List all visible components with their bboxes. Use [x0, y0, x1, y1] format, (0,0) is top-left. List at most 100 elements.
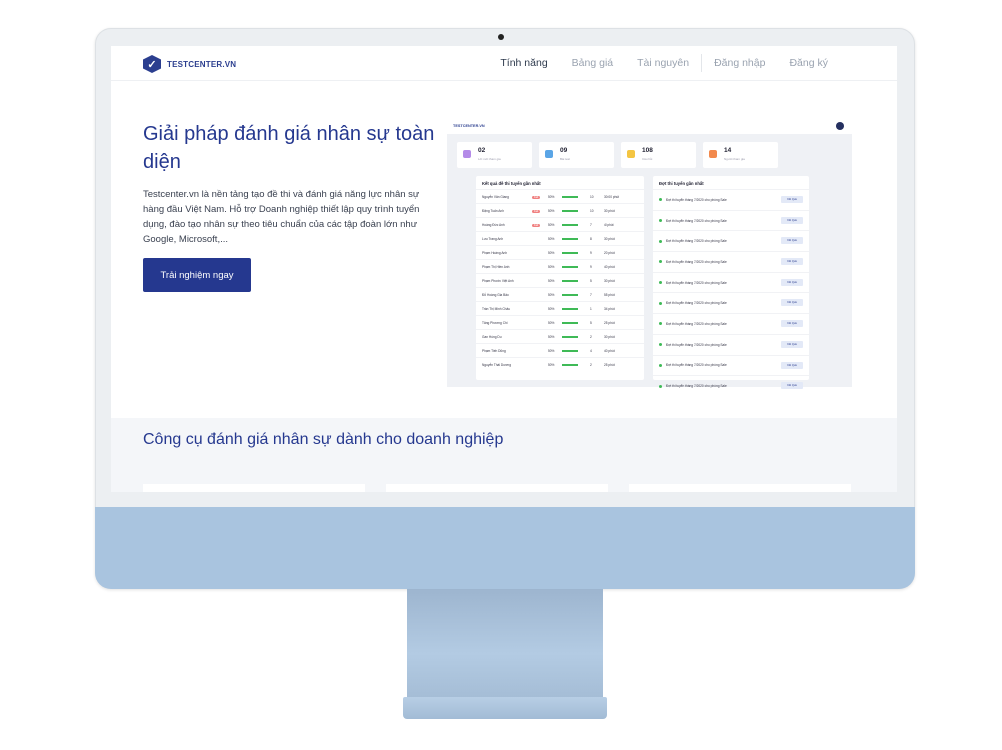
row-name: Nguyễn Thái Dương: [482, 362, 511, 367]
row-percent: 50%: [548, 348, 555, 353]
logo-icon: ✓: [143, 55, 161, 73]
result-button[interactable]: Kết Quả: [781, 340, 803, 348]
row-percent: 50%: [548, 278, 555, 283]
row-time: 40 phút: [604, 348, 615, 353]
nav-login[interactable]: Đăng nhập: [702, 57, 777, 72]
row-percent: 50%: [548, 264, 555, 269]
list-item[interactable]: Đợt thi tuyển tháng 7/2020 cho phòng Sal…: [653, 375, 809, 396]
logo[interactable]: ✓ TESTCENTER.VN: [143, 55, 236, 73]
stat-value: 14: [724, 147, 732, 154]
status-dot-icon: [659, 322, 662, 326]
tool-card[interactable]: [143, 484, 365, 492]
list-item[interactable]: Đợt thi tuyển tháng 7/2020 cho phòng Sal…: [653, 333, 809, 355]
list-item-label: Đợt thi tuyển tháng 7/2020 cho phòng Sal…: [666, 363, 727, 368]
tools-section: Công cụ đánh giá nhân sự dành cho doanh …: [111, 418, 897, 492]
table-row[interactable]: Phạm Tiến Dũng 50% 4 40 phút: [476, 343, 644, 357]
row-count: 7: [590, 222, 592, 227]
list-item[interactable]: Đợt thi tuyển tháng 7/2020 cho phòng Sal…: [653, 230, 809, 251]
hero-description: Testcenter.vn là nền tảng tạo đề thi và …: [143, 189, 420, 245]
table-row[interactable]: Trần Thị Minh Châu 50% 1 34 phút: [476, 301, 644, 315]
results-table: Nguyễn Văn Giang Fail 50% 10 30:00 phút Đặng …: [476, 189, 644, 371]
table-row[interactable]: Phạm Phước Việt Anh 50% 5 30 phút: [476, 273, 644, 287]
row-percent: 50%: [548, 194, 555, 199]
row-time: 30 phút: [604, 334, 615, 339]
status-dot-icon: [659, 260, 662, 264]
table-row[interactable]: Lưu Trang Anh 50% 8 30 phút: [476, 231, 644, 245]
row-name: Hoàng Đức Anh: [482, 222, 505, 227]
row-percent: 50%: [548, 334, 555, 339]
result-button[interactable]: Kết Quả: [781, 299, 803, 307]
progress-bar: [562, 265, 578, 268]
stats-row: 02 Lời mời tham gia 09 Bài test 108 Câu hỏi 14…: [457, 142, 778, 168]
imac-stand-base: [403, 697, 607, 719]
stat-value: 02: [478, 147, 486, 154]
camera-dot: [498, 34, 504, 40]
result-button[interactable]: Kết Quả: [781, 196, 803, 203]
list-item[interactable]: Đợt thi tuyển tháng 7/2020 cho phòng Sal…: [653, 292, 809, 313]
result-button[interactable]: Kết Quả: [781, 320, 803, 328]
table-row[interactable]: Đặng Tuấn Anh Fail 50% 10 30 phút: [476, 203, 644, 217]
table-row[interactable]: Tăng Phương Chi 50% 5 25 phút: [476, 315, 644, 329]
status-dot-icon: [659, 239, 662, 243]
row-count: 9: [590, 264, 592, 269]
result-button[interactable]: Kết Quả: [781, 382, 803, 390]
progress-bar: [562, 279, 578, 282]
row-count: 5: [590, 278, 592, 283]
list-item-label: Đợt thi tuyển tháng 7/2020 cho phòng Sal…: [666, 321, 727, 326]
status-dot-icon: [659, 198, 662, 202]
table-row[interactable]: Đỗ Hoàng Gia Bảo 50% 7 55 phút: [476, 287, 644, 301]
progress-bar: [562, 335, 578, 338]
progress-bar: [562, 237, 578, 240]
result-button[interactable]: Kết Quả: [781, 278, 803, 286]
recent-list: Đợt thi tuyển tháng 7/2020 cho phòng Sal…: [653, 189, 809, 396]
stat-label: Lời mời tham gia: [478, 157, 501, 161]
row-name: Tăng Phương Chi: [482, 320, 508, 325]
list-item[interactable]: Đợt thi tuyển tháng 7/2020 cho phòng Sal…: [653, 271, 809, 293]
table-row[interactable]: Nguyễn Văn Giang Fail 50% 10 30:00 phút: [476, 189, 644, 203]
status-dot-icon: [659, 363, 662, 367]
list-item[interactable]: Đợt thi tuyển tháng 7/2020 cho phòng Sal…: [653, 354, 809, 376]
imac-stand: [407, 589, 603, 697]
result-button[interactable]: Kết Quả: [781, 361, 803, 369]
recent-panel: Đợt thi tuyển gần nhất Đợt thi tuyển thá…: [653, 176, 809, 390]
table-row[interactable]: Phạm Thị Hiền Anh 50% 9 40 phút: [476, 259, 644, 273]
list-item-label: Đợt thi tuyển tháng 7/2020 cho phòng Sal…: [666, 239, 727, 244]
row-time: 20 phút: [604, 250, 615, 255]
row-tag-cell: Fail: [532, 223, 548, 227]
list-item[interactable]: Đợt thi tuyển tháng 7/2020 cho phòng Sal…: [653, 251, 809, 272]
imac-chin: [95, 507, 915, 589]
status-badge: Fail: [532, 195, 541, 199]
list-item[interactable]: Đợt thi tuyển tháng 7/2020 cho phòng Sal…: [653, 209, 809, 231]
result-button[interactable]: Kết Quả: [781, 237, 803, 245]
tool-card[interactable]: [386, 484, 608, 492]
list-item[interactable]: Đợt thi tuyển tháng 7/2020 cho phòng Sal…: [653, 189, 809, 210]
row-count: 1: [590, 306, 592, 311]
result-button[interactable]: Kết Quả: [781, 216, 803, 224]
stat-card: 108 Câu hỏi: [621, 142, 696, 168]
hero-title: Giải pháp đánh giá nhân sự toàn diện: [143, 123, 435, 173]
table-row[interactable]: Nguyễn Thái Dương 50% 2 25 phút: [476, 357, 644, 371]
status-dot-icon: [659, 219, 662, 223]
stat-icon: [463, 150, 471, 158]
try-now-button[interactable]: Trải nghiệm ngay: [143, 258, 251, 292]
logo-text: TESTCENTER.VN: [167, 59, 237, 69]
nav-pricing[interactable]: Bảng giá: [560, 57, 625, 72]
list-item[interactable]: Đợt thi tuyển tháng 7/2020 cho phòng Sal…: [653, 313, 809, 334]
status-dot-icon: [659, 384, 662, 388]
table-row[interactable]: Gan Hùng Du 50% 2 30 phút: [476, 329, 644, 343]
recent-title: Đợt thi tuyển gần nhất: [659, 181, 704, 186]
result-button[interactable]: Kết Quả: [781, 258, 803, 266]
row-time: 25 phút: [604, 320, 615, 325]
table-row[interactable]: Phạm Hoàng Anh 50% 9 20 phút: [476, 245, 644, 259]
row-time: 30:00 phút: [604, 194, 620, 199]
nav-features[interactable]: Tính năng: [488, 57, 559, 72]
status-dot-icon: [659, 343, 662, 347]
list-item-label: Đợt thi tuyển tháng 7/2020 cho phòng Sal…: [666, 301, 727, 306]
table-row[interactable]: Hoàng Đức Anh Fail 50% 7 4l phút: [476, 217, 644, 231]
nav-register[interactable]: Đăng ký: [777, 57, 840, 72]
nav-resources[interactable]: Tài nguyên: [625, 57, 701, 72]
tool-card[interactable]: [629, 484, 851, 492]
progress-bar: [562, 363, 578, 366]
row-name: Đỗ Hoàng Gia Bảo: [482, 292, 509, 297]
row-count: 10: [590, 194, 594, 199]
